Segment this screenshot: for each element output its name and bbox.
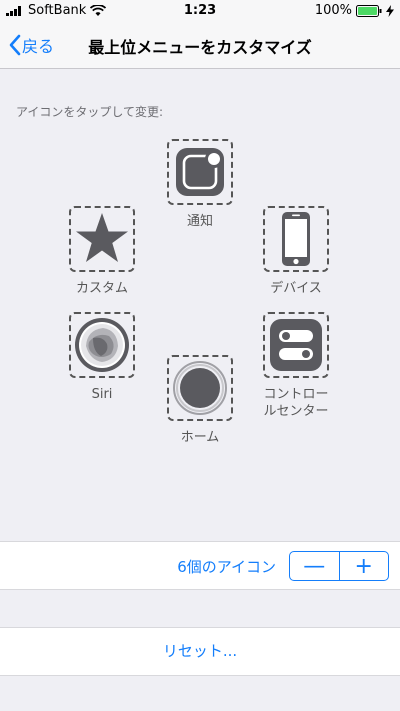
label-siri: Siri: [91, 387, 113, 402]
decrement-button[interactable]: —: [290, 552, 340, 580]
reset-row: リセット...: [0, 627, 400, 676]
menu-icon-device[interactable]: [263, 206, 329, 272]
label-home: ホーム: [180, 430, 220, 445]
menu-icon-siri[interactable]: [69, 312, 135, 378]
menu-icon-custom[interactable]: [69, 206, 135, 272]
navigation-bar: 戻る 最上位メニューをカスタマイズ: [0, 22, 400, 69]
icon-count-label: 6個のアイコン: [177, 558, 276, 576]
label-device: デバイス: [270, 281, 322, 296]
menu-icon-control-center[interactable]: [263, 312, 329, 378]
battery-icon: [356, 4, 382, 17]
home-icon: [173, 361, 227, 415]
battery-percent: 100%: [314, 3, 352, 18]
icon-count-stepper[interactable]: — +: [289, 551, 389, 581]
reset-button[interactable]: リセット...: [0, 640, 400, 661]
instruction-text: アイコンをタップして変更:: [16, 105, 164, 119]
notification-icon: [176, 148, 224, 196]
page-title: 最上位メニューをカスタマイズ: [88, 38, 312, 57]
label-control-center-line1: コントロー: [263, 387, 329, 402]
menu-icon-home[interactable]: [167, 355, 233, 421]
label-control-center-line2: ルセンター: [263, 404, 329, 419]
label-notification: 通知: [186, 214, 213, 229]
siri-icon: [75, 318, 129, 372]
menu-icon-notification[interactable]: [167, 139, 233, 205]
label-control-center: コントロー ルセンター: [246, 386, 346, 420]
icon-count-row: 6個のアイコン — +: [0, 541, 400, 590]
status-bar: SoftBank 1:23 100%: [0, 0, 400, 22]
label-custom: カスタム: [75, 281, 128, 296]
increment-button[interactable]: +: [340, 552, 389, 580]
charging-icon: [386, 4, 394, 17]
star-icon: [76, 213, 128, 262]
control-center-icon: [270, 319, 322, 371]
device-icon: [282, 212, 310, 266]
